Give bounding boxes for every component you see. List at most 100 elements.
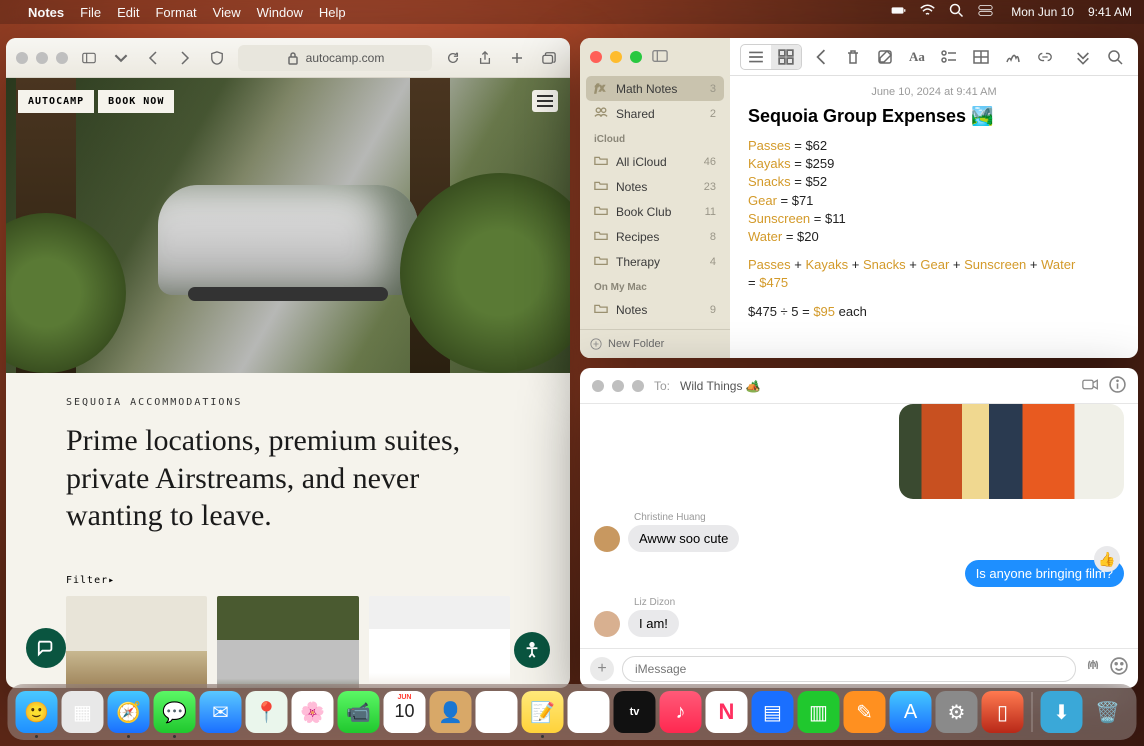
avatar[interactable] [594,526,620,552]
dock-facetime[interactable]: 📹 [338,691,380,733]
expense-line[interactable]: Kayaks = $259 [748,155,1120,173]
table-icon[interactable] [968,45,994,69]
dock-calendar[interactable]: JUN10 [384,691,426,733]
photo-message[interactable] [899,404,1124,499]
folder-recipes[interactable]: Recipes8 [586,224,724,249]
dock-reminders[interactable]: ☰ [476,691,518,733]
address-bar[interactable]: autocamp.com [238,45,432,71]
dock-finder[interactable]: 🙂 [16,691,58,733]
dock-notes[interactable]: 📝 [522,691,564,733]
share-icon[interactable] [474,47,496,69]
hamburger-icon[interactable] [532,90,558,112]
new-folder-button[interactable]: New Folder [580,329,730,358]
grid-view-icon[interactable] [771,45,801,69]
spotlight-icon[interactable] [949,3,964,21]
wifi-icon[interactable] [920,3,935,21]
menu-help[interactable]: Help [319,5,346,20]
accessibility-icon[interactable] [514,632,550,668]
folder-notes[interactable]: Notes23 [586,174,724,199]
dock-tv[interactable]: tv [614,691,656,733]
menu-edit[interactable]: Edit [117,5,139,20]
tapback-icon[interactable]: 👍 [1094,546,1120,572]
accommodation-thumb[interactable] [217,596,358,689]
note-sum-expression[interactable]: Passes + Kayaks + Snacks + Gear + Sunscr… [748,256,1120,274]
expense-line[interactable]: Passes = $62 [748,137,1120,155]
window-controls[interactable] [16,52,68,64]
folder-therapy[interactable]: Therapy4 [586,249,724,274]
folder-all-icloud[interactable]: All iCloud46 [586,149,724,174]
menubar-date[interactable]: Mon Jun 10 [1011,5,1074,19]
dock-photos[interactable]: 🌸 [292,691,334,733]
chat-fab-icon[interactable] [26,628,66,668]
media-icon[interactable] [1000,45,1026,69]
emoji-icon[interactable] [1110,657,1128,680]
forward-icon[interactable] [174,47,196,69]
shield-icon[interactable] [206,47,228,69]
dock-news[interactable]: N [706,691,748,733]
dock-safari[interactable]: 🧭 [108,691,150,733]
folder-shared[interactable]: Shared2 [586,101,724,126]
app-menu[interactable]: Notes [28,5,64,20]
message-input[interactable] [622,656,1076,682]
expense-line[interactable]: Gear = $71 [748,192,1120,210]
expense-line[interactable]: Snacks = $52 [748,173,1120,191]
dock-contacts[interactable]: 👤 [430,691,472,733]
menubar-time[interactable]: 9:41 AM [1088,5,1132,19]
dock-keynote[interactable]: ▤ [752,691,794,733]
book-now-button[interactable]: BOOK NOW [98,90,174,113]
dock-music[interactable]: ♪ [660,691,702,733]
dock-iphone-mirror[interactable]: ▯ [982,691,1024,733]
folder-book-club[interactable]: Book Club11 [586,199,724,224]
trash-icon[interactable] [840,45,866,69]
filter-button[interactable]: Filter▸ [66,575,510,586]
compose-icon[interactable] [872,45,898,69]
dock-settings[interactable]: ⚙︎ [936,691,978,733]
window-controls[interactable] [592,380,644,392]
accommodation-thumb[interactable] [66,596,207,689]
info-icon[interactable] [1109,376,1126,396]
view-switcher[interactable] [740,44,802,70]
dock-trash[interactable]: 🗑️ [1087,691,1129,733]
menu-view[interactable]: View [213,5,241,20]
audio-icon[interactable] [1084,657,1102,680]
battery-icon[interactable] [891,3,906,21]
incoming-message[interactable]: Awww soo cute [628,525,739,552]
dock-messages[interactable]: 💬 [154,691,196,733]
expense-line[interactable]: Water = $20 [748,228,1120,246]
link-icon[interactable] [1032,45,1058,69]
incoming-message[interactable]: I am! [628,610,679,637]
add-attachment-icon[interactable]: + [590,657,614,681]
message-thread[interactable]: Christine Huang Awww soo cute 👍 Is anyon… [580,404,1138,648]
checklist-icon[interactable] [936,45,962,69]
new-tab-icon[interactable] [506,47,528,69]
dock-pages[interactable]: ✎ [844,691,886,733]
window-controls[interactable] [590,51,642,63]
search-icon[interactable] [1102,45,1128,69]
folder-notes[interactable]: Notes9 [586,297,724,322]
back-icon[interactable] [142,47,164,69]
facetime-icon[interactable] [1082,376,1099,396]
sidebar-toggle-icon[interactable] [78,47,100,69]
division-expression[interactable]: $475 ÷ 5 = [748,304,813,319]
list-view-icon[interactable] [741,45,771,69]
dock-numbers[interactable]: ▥ [798,691,840,733]
menu-format[interactable]: Format [155,5,196,20]
chevron-down-icon[interactable] [110,47,132,69]
control-center-icon[interactable] [978,3,993,21]
menu-file[interactable]: File [80,5,101,20]
menu-window[interactable]: Window [257,5,303,20]
avatar[interactable] [594,611,620,637]
reload-icon[interactable] [442,47,464,69]
tabs-icon[interactable] [538,47,560,69]
accommodation-thumb[interactable] [369,596,510,689]
dock-freeform[interactable]: ✏︎ [568,691,610,733]
dock-maps[interactable]: 📍 [246,691,288,733]
dock-appstore[interactable]: A [890,691,932,733]
dock-downloads[interactable]: ⬇︎ [1041,691,1083,733]
dock-mail[interactable]: ✉︎ [200,691,242,733]
dock-launchpad[interactable]: ▦ [62,691,104,733]
back-icon[interactable] [808,45,834,69]
more-icon[interactable] [1070,45,1096,69]
expense-line[interactable]: Sunscreen = $11 [748,210,1120,228]
to-value[interactable]: Wild Things 🏕️ [680,379,761,393]
